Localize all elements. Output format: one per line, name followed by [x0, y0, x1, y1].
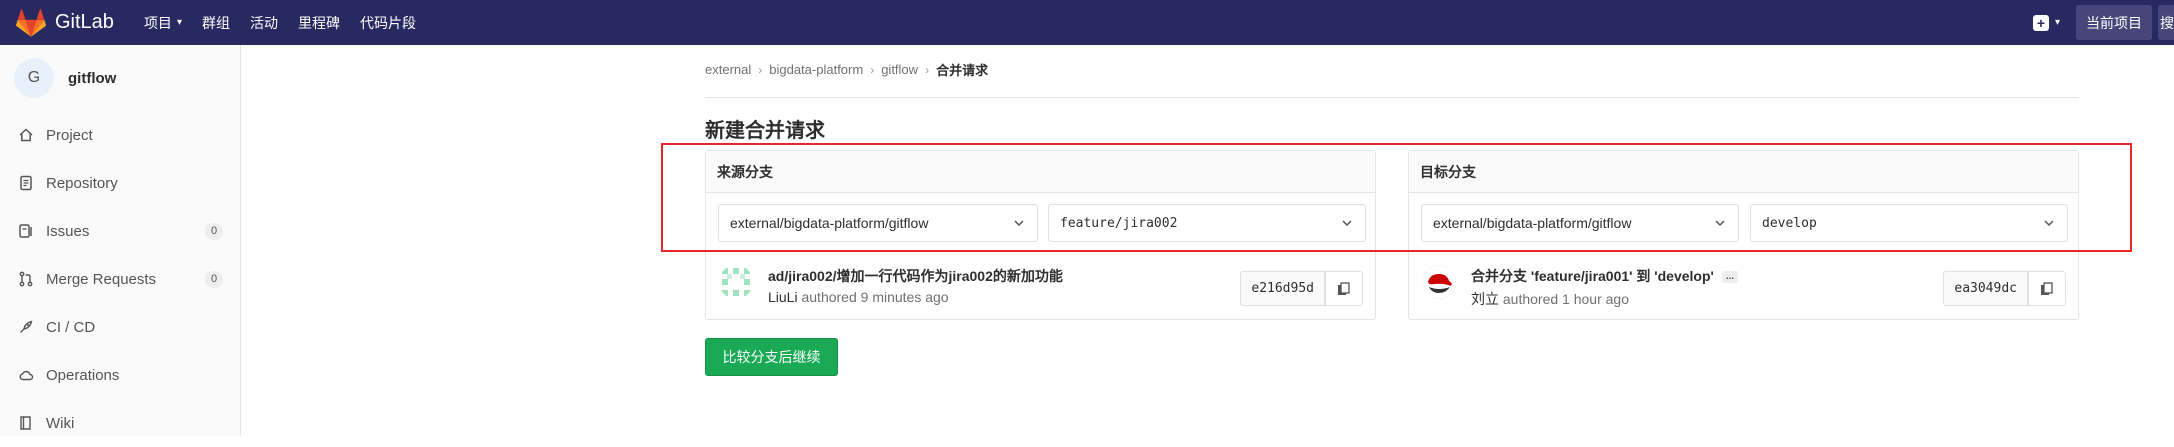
source-commit-sha[interactable]: e216d95d: [1240, 271, 1325, 306]
chevron-down-icon: ▾: [2054, 17, 2060, 28]
nav-milestones-label: 里程碑: [297, 14, 340, 31]
plus-icon: +: [2032, 14, 2049, 31]
book-icon: [18, 415, 34, 431]
merge-request-icon: [18, 271, 34, 287]
redhat-avatar: [1422, 265, 1456, 299]
source-commit-time: authored 9 minutes ago: [801, 289, 949, 305]
sidebar-item-label: Operations: [46, 366, 120, 384]
doc-icon: [18, 175, 34, 191]
nav-groups-label: 群组: [201, 14, 230, 31]
copy-sha-button[interactable]: [2028, 271, 2066, 306]
target-commit-author[interactable]: 刘立: [1471, 291, 1499, 307]
target-commit-time: authored 1 hour ago: [1502, 291, 1629, 307]
project-sidebar: G gitflow Project Repository Issues 0 Me…: [0, 45, 241, 436]
chevron-right-icon: ›: [925, 62, 930, 77]
chevron-right-icon: ›: [758, 62, 763, 77]
current-project-button[interactable]: 当前项目: [2076, 5, 2152, 40]
sidebar-item-operations[interactable]: Operations: [0, 351, 241, 399]
chevron-down-icon: ▾: [176, 17, 182, 28]
nav-milestones[interactable]: 里程碑: [298, 13, 340, 33]
breadcrumb: external › bigdata-platform › gitflow › …: [705, 60, 988, 79]
sidebar-item-label: Repository: [46, 174, 118, 192]
home-icon: [18, 127, 34, 143]
gitlab-logo[interactable]: GitLab: [16, 0, 114, 45]
cloud-icon: [18, 367, 34, 383]
sidebar-item-label: Merge Requests: [46, 270, 157, 288]
brand-name: GitLab: [55, 11, 114, 33]
new-item-dropdown[interactable]: + ▾: [2032, 14, 2060, 31]
sidebar-item-label: CI / CD: [46, 318, 96, 336]
compare-branches-continue-button[interactable]: 比较分支后继续: [705, 338, 838, 376]
sidebar-item-wiki[interactable]: Wiki: [0, 399, 241, 447]
nav-projects[interactable]: 项目 ▾: [144, 13, 182, 33]
breadcrumb-divider: [705, 97, 2079, 98]
issues-icon: [18, 223, 34, 239]
breadcrumb-merge-requests[interactable]: 合并请求: [936, 60, 988, 79]
search-box[interactable]: 搜: [2158, 5, 2174, 40]
sidebar-item-label: Issues: [46, 222, 90, 240]
sidebar-item-repository[interactable]: Repository: [0, 159, 241, 207]
nav-snippets-label: 代码片段: [359, 14, 416, 31]
top-navbar: GitLab 项目 ▾ 群组 活动 里程碑 代码片段 + ▾ 当前项目 搜: [0, 0, 2174, 45]
tanuki-icon: [16, 8, 46, 37]
copy-icon: [1338, 281, 1350, 295]
nav-activity[interactable]: 活动: [250, 13, 278, 33]
nav-groups[interactable]: 群组: [202, 13, 230, 33]
sidebar-item-issues[interactable]: Issues 0: [0, 207, 241, 255]
issues-count-badge: 0: [205, 222, 223, 240]
target-commit-meta: 刘立 authored 1 hour ago: [1471, 289, 1629, 309]
target-commit-title-text: 合并分支 'feature/jira001' 到 'develop': [1471, 268, 1714, 284]
merge-requests-count-badge: 0: [205, 270, 223, 288]
target-commit-sha[interactable]: ea3049dc: [1943, 271, 2028, 306]
source-commit-meta: LiuLi authored 9 minutes ago: [768, 289, 949, 305]
sidebar-item-project[interactable]: Project: [0, 111, 241, 159]
source-commit-title[interactable]: ad/jira002/增加一行代码作为jira002的新加功能: [768, 266, 1063, 286]
breadcrumb-external[interactable]: external: [705, 62, 751, 77]
target-commit-title[interactable]: 合并分支 'feature/jira001' 到 'develop'...: [1471, 266, 1739, 286]
chevron-right-icon: ›: [870, 62, 875, 77]
target-commit: 合并分支 'feature/jira001' 到 'develop'... 刘立…: [1409, 259, 2078, 315]
project-header[interactable]: G gitflow: [0, 45, 240, 111]
nav-activity-label: 活动: [249, 14, 278, 31]
project-avatar: G: [14, 58, 54, 98]
expand-commit-button[interactable]: ...: [1721, 271, 1739, 284]
sidebar-item-ci-cd[interactable]: CI / CD: [0, 303, 241, 351]
nav-snippets[interactable]: 代码片段: [360, 13, 416, 33]
identicon-avatar: [719, 265, 753, 299]
nav-projects-label: 项目: [143, 14, 172, 31]
sidebar-item-merge-requests[interactable]: Merge Requests 0: [0, 255, 241, 303]
nav-links: 项目 ▾ 群组 活动 里程碑 代码片段: [144, 13, 436, 33]
sidebar-item-label: Wiki: [46, 414, 75, 432]
sidebar-item-label: Project: [46, 126, 93, 144]
project-name: gitflow: [68, 69, 117, 87]
page-title: 新建合并请求: [705, 120, 825, 142]
copy-icon: [2041, 281, 2053, 295]
copy-sha-button[interactable]: [1325, 271, 1363, 306]
highlight-annotation-box: [661, 143, 2132, 252]
breadcrumb-bigdata-platform[interactable]: bigdata-platform: [769, 62, 863, 77]
breadcrumb-gitflow[interactable]: gitflow: [881, 62, 918, 77]
source-commit: ad/jira002/增加一行代码作为jira002的新加功能 LiuLi au…: [706, 259, 1375, 315]
source-commit-author[interactable]: LiuLi: [768, 289, 798, 305]
rocket-icon: [18, 319, 34, 335]
nav-right: + ▾ 当前项目 搜: [2032, 0, 2174, 45]
